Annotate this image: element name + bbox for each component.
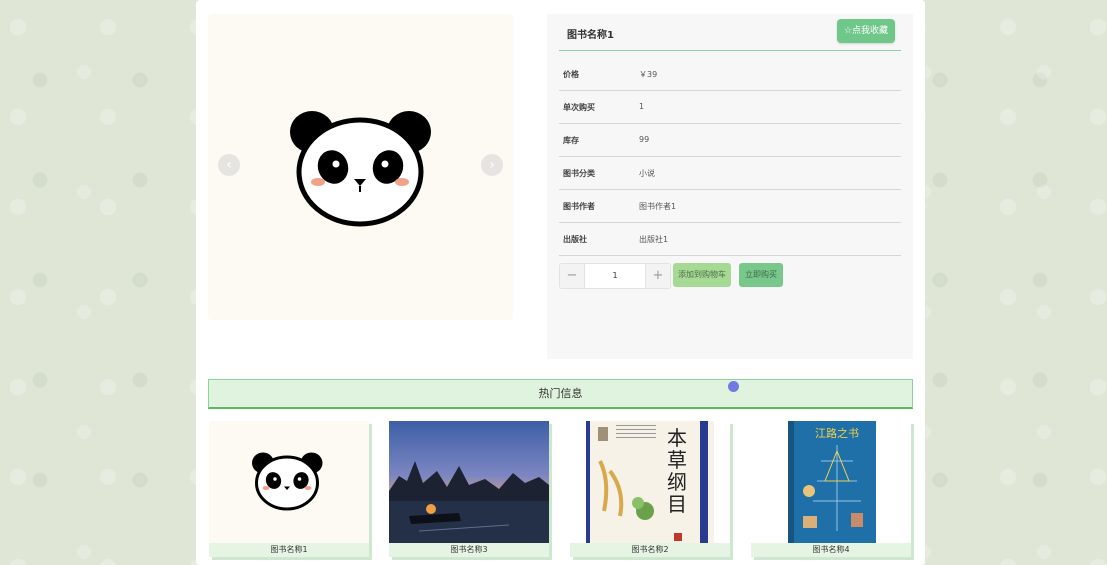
cursor-indicator (728, 381, 739, 392)
hot-item-card[interactable]: 江路之书 图书名称4 (751, 421, 911, 557)
attribute-label: 出版社 (563, 235, 587, 244)
carousel-next-button[interactable]: › (481, 154, 503, 176)
attribute-label: 单次购买 (563, 103, 595, 112)
attribute-row-author: 图书作者 图书作者1 (559, 190, 901, 223)
cover-title-char: 本 (667, 426, 687, 450)
attribute-label: 库存 (563, 136, 579, 145)
attribute-value: 99 (639, 135, 650, 144)
favorite-button[interactable]: ☆点我收藏 (836, 19, 895, 43)
blue-book-cover-image: 江路之书 (788, 421, 876, 543)
attribute-row-per-purchase: 单次购买 1 (559, 91, 901, 124)
hot-item-name[interactable]: 图书名称1 (209, 543, 369, 557)
attribute-value: 1 (639, 102, 645, 111)
purchase-controls: − 1 + 添加到购物车 立即购买 (559, 263, 901, 289)
attribute-value: 出版社1 (639, 235, 669, 244)
quantity-input[interactable]: 1 (584, 271, 646, 280)
quantity-stepper: − 1 + (559, 263, 671, 289)
image-carousel: ‹ › (208, 14, 513, 320)
attribute-row-stock: 库存 99 (559, 124, 901, 157)
product-detail-panel: 图书名称1 ☆点我收藏 价格 ￥39 单次购买 1 库存 99 图书分类 小说 … (547, 14, 913, 359)
hot-item-name[interactable]: 图书名称4 (751, 543, 911, 557)
attribute-value: 图书作者1 (639, 202, 677, 211)
cover-title-char: 纲 (667, 470, 687, 494)
panda-image (252, 452, 323, 511)
hot-item-name[interactable]: 图书名称3 (389, 543, 549, 557)
hot-item-thumbnail[interactable]: 本 草 纲 目 (570, 421, 730, 543)
herbal-book-cover-image: 本 草 纲 目 (586, 421, 714, 543)
product-page: ‹ › 图书名称1 ☆点我收藏 价格 ￥39 单次购买 1 库存 99 图书分类… (196, 0, 925, 565)
attribute-label: 图书分类 (563, 169, 595, 178)
carousel-prev-button[interactable]: ‹ (218, 154, 240, 176)
quantity-decrease-button[interactable]: − (560, 264, 585, 288)
attribute-value: ￥39 (639, 70, 658, 79)
detail-header: 图书名称1 ☆点我收藏 (559, 14, 901, 51)
hot-item-thumbnail[interactable] (389, 421, 549, 543)
attribute-value: 小说 (639, 169, 655, 178)
product-title: 图书名称1 (567, 30, 614, 41)
cover-title-char: 目 (667, 492, 687, 516)
attribute-row-category: 图书分类 小说 (559, 157, 901, 190)
hot-item-card[interactable]: 图书名称3 (389, 421, 549, 557)
river-sunset-image (389, 421, 549, 543)
attribute-label: 图书作者 (563, 202, 595, 211)
add-to-cart-button[interactable]: 添加到购物车 (673, 263, 731, 287)
attribute-row-price: 价格 ￥39 (559, 58, 901, 91)
hot-item-thumbnail[interactable]: 江路之书 (751, 421, 911, 543)
buy-now-button[interactable]: 立即购买 (739, 263, 783, 287)
attribute-label: 价格 (563, 70, 579, 79)
cover-title-char: 草 (667, 448, 687, 472)
cover-title-text: 江路之书 (815, 426, 859, 440)
hot-section-header: 热门信息 (208, 379, 913, 409)
hot-item-card[interactable]: 图书名称1 (209, 421, 369, 557)
hot-item-name[interactable]: 图书名称2 (570, 543, 730, 557)
hot-item-card[interactable]: 本 草 纲 目 图书名称2 (570, 421, 730, 557)
attribute-table: 价格 ￥39 单次购买 1 库存 99 图书分类 小说 图书作者 图书作者1 出… (559, 58, 901, 256)
hot-item-thumbnail[interactable] (209, 421, 369, 543)
quantity-increase-button[interactable]: + (645, 264, 670, 288)
panda-image (290, 111, 431, 227)
attribute-row-publisher: 出版社 出版社1 (559, 223, 901, 256)
